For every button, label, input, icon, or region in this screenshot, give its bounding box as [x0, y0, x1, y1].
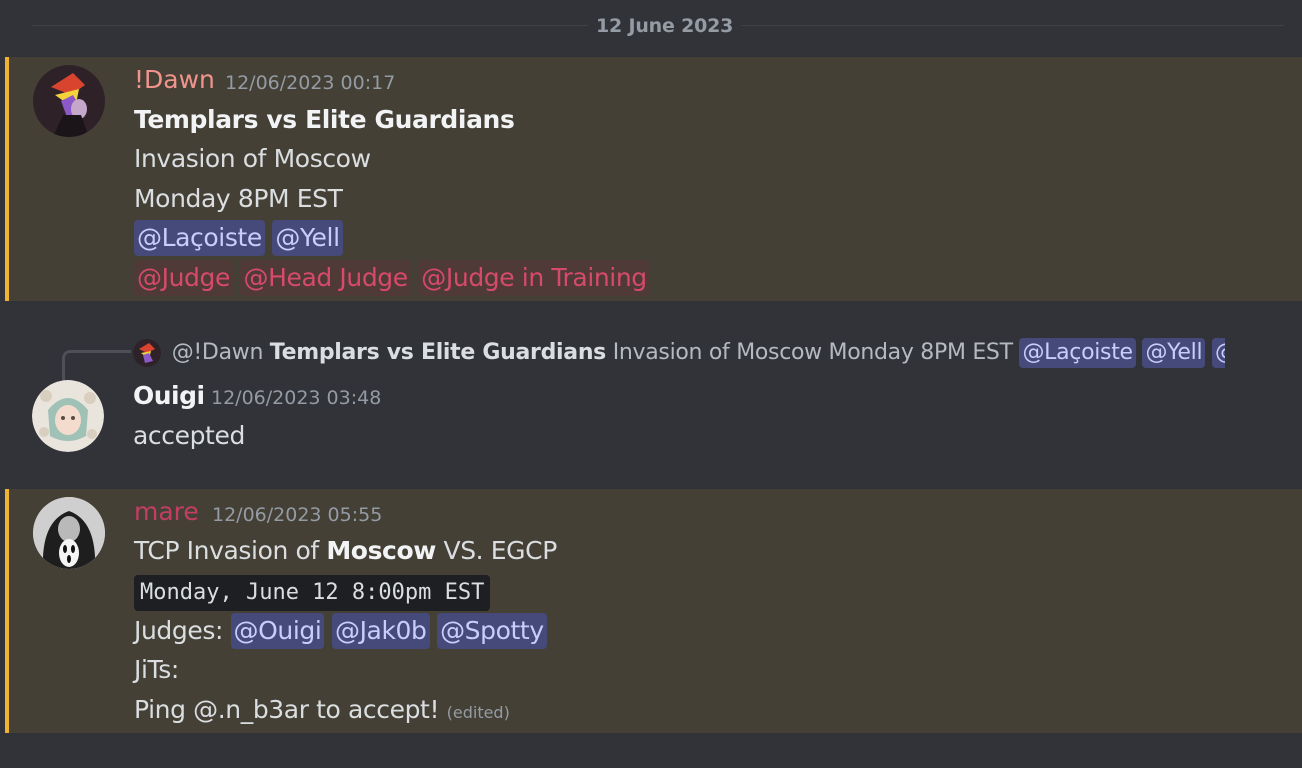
- reply-preview[interactable]: @!Dawn Templars vs Elite Guardians Invas…: [133, 338, 1225, 370]
- avatar-mare[interactable]: [33, 497, 105, 569]
- date-divider-label: 12 June 2023: [588, 14, 742, 38]
- user-mention[interactable]: @Jak0b: [331, 613, 430, 649]
- reply-mention: @Yell: [1142, 338, 1206, 368]
- message-dawn[interactable]: !Dawn 12/06/2023 00:17 Templars vs Elite…: [5, 57, 1302, 301]
- bold-word: Moscow: [326, 536, 436, 565]
- reply-mention: @Laçoiste: [1019, 338, 1136, 368]
- reply-avatar: [133, 339, 161, 367]
- message-line: TCP Invasion of Moscow VS. EGCP: [134, 535, 557, 567]
- reply-title: Templars vs Elite Guardians: [269, 340, 606, 365]
- user-mention[interactable]: @Yell: [272, 220, 343, 256]
- judges-row: Judges: @Ouigi @Jak0b @Spotty: [134, 613, 547, 649]
- message-timestamp[interactable]: 12/06/2023 00:17: [225, 71, 395, 95]
- ping-text: Ping @.n_b3ar to accept!: [134, 695, 440, 724]
- reply-text: Invasion of Moscow Monday 8PM EST: [612, 340, 1013, 365]
- message-line: JiTs:: [134, 655, 179, 684]
- inline-code: Monday, June 12 8:00pm EST: [134, 575, 491, 611]
- reply-spine: [62, 350, 131, 381]
- message-timestamp[interactable]: 12/06/2023 05:55: [212, 503, 382, 527]
- message-text: accepted: [133, 421, 245, 450]
- role-mention[interactable]: @Judge in Training: [418, 260, 650, 296]
- line-prefix: TCP Invasion of: [134, 536, 327, 565]
- message-line: Invasion of Moscow: [134, 144, 371, 173]
- message-title: Templars vs Elite Guardians: [134, 104, 515, 136]
- bold-title: Templars vs Elite Guardians: [134, 105, 515, 134]
- judges-label: Judges:: [134, 616, 231, 645]
- role-mention[interactable]: @Head Judge: [240, 260, 411, 296]
- avatar-dawn[interactable]: [33, 65, 105, 137]
- code-line: Monday, June 12 8:00pm EST: [134, 575, 491, 611]
- user-mention[interactable]: @Spotty: [437, 613, 547, 649]
- message-line: Monday 8PM EST: [134, 184, 343, 213]
- avatar-ouigi[interactable]: [32, 380, 104, 452]
- message-timestamp[interactable]: 12/06/2023 03:48: [211, 386, 381, 410]
- reply-author[interactable]: @!Dawn: [172, 340, 264, 365]
- role-mentions-row: @Judge @Head Judge @Judge in Training: [134, 260, 650, 296]
- user-mentions-row: @Laçoiste @Yell: [134, 220, 343, 256]
- author-name[interactable]: !Dawn: [134, 65, 215, 95]
- author-name[interactable]: mare: [134, 497, 199, 527]
- role-mention[interactable]: @Judge: [134, 260, 233, 296]
- edited-tag: (edited): [446, 703, 510, 722]
- reply-mention: @J: [1211, 338, 1225, 368]
- message-mare[interactable]: mare 12/06/2023 05:55 TCP Invasion of Mo…: [5, 489, 1302, 733]
- line-suffix: VS. EGCP: [435, 536, 557, 565]
- author-name[interactable]: Ouigi: [133, 381, 205, 411]
- chat-log: 12 June 2023 !Dawn 12/06/2023 00:17 Temp…: [0, 0, 1302, 768]
- user-mention[interactable]: @Laçoiste: [134, 220, 265, 256]
- message-line: Ping @.n_b3ar to accept! (edited): [134, 694, 510, 729]
- user-mention[interactable]: @Ouigi: [230, 613, 325, 649]
